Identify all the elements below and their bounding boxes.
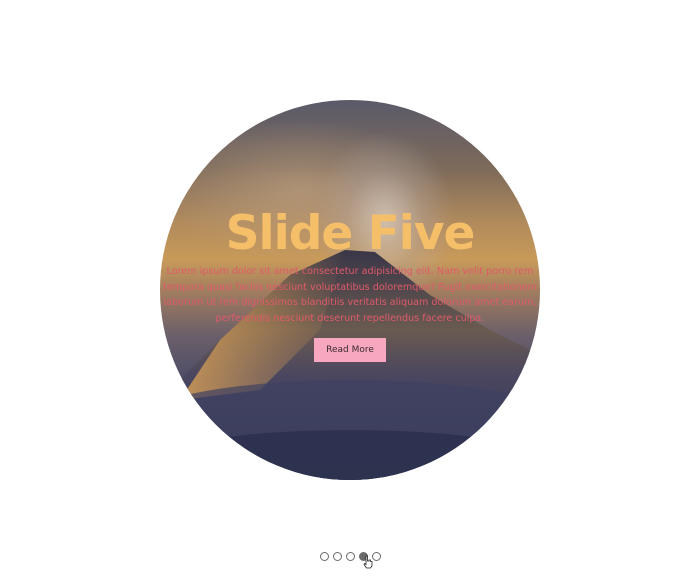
slide-description: Lorem ipsum dolor sit amet consectetur a… bbox=[162, 266, 538, 324]
slider-stage: Slide Five Lorem ipsum dolor sit amet co… bbox=[0, 0, 700, 580]
hand-cursor-icon bbox=[363, 555, 373, 569]
slide-title: Slide Five bbox=[225, 206, 476, 261]
read-more-button[interactable]: Read More bbox=[314, 338, 386, 362]
pagination-dot-1[interactable] bbox=[320, 552, 329, 561]
pagination-dot-3[interactable] bbox=[346, 552, 355, 561]
slide-content: Slide Five Lorem ipsum dolor sit amet co… bbox=[160, 208, 540, 362]
pagination-dot-2[interactable] bbox=[333, 552, 342, 561]
slide-circle: Slide Five Lorem ipsum dolor sit amet co… bbox=[160, 100, 540, 480]
